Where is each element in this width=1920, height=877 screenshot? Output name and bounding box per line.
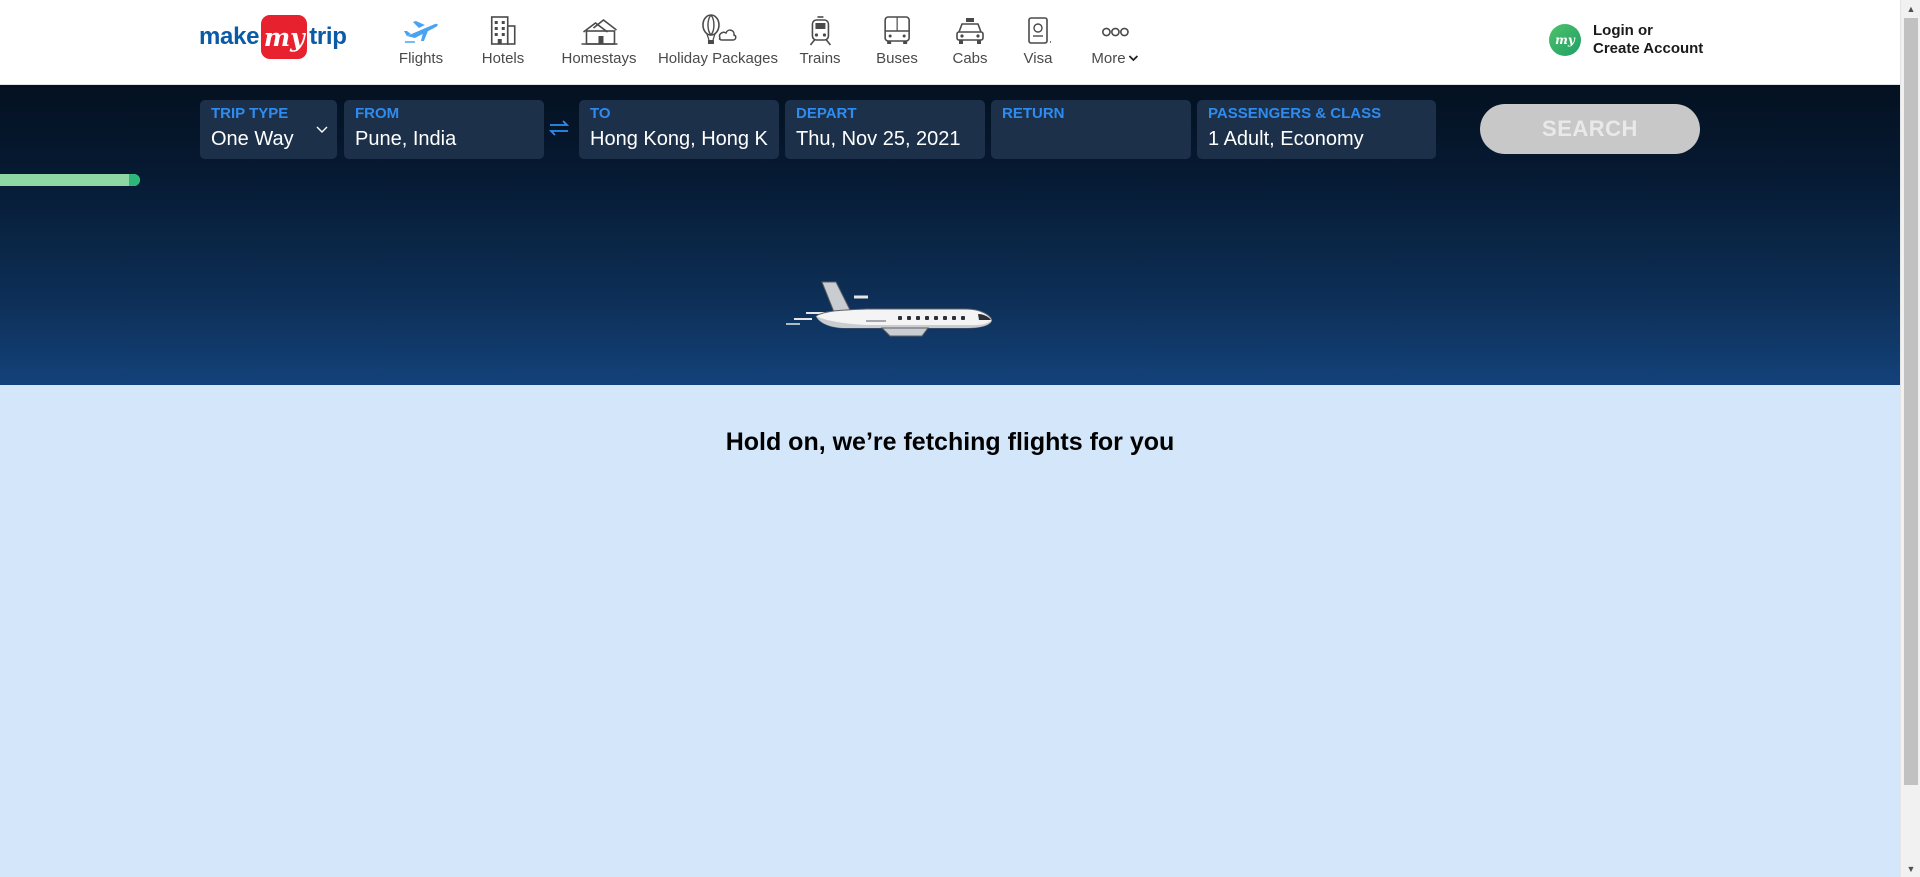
loading-progress-bar: [0, 174, 140, 186]
nav-buses[interactable]: Buses: [876, 14, 918, 67]
scroll-down-arrow-icon[interactable]: ▼: [1901, 860, 1920, 877]
nav-label: Buses: [876, 50, 918, 67]
from-field[interactable]: FROM Pune, India: [344, 100, 544, 159]
airplane-illustration: [786, 281, 992, 337]
nav-label: Visa: [1023, 50, 1053, 67]
to-field[interactable]: TO Hong Kong, Hong Kong: [579, 100, 779, 159]
return-field[interactable]: RETURN: [991, 100, 1191, 159]
search-button[interactable]: SEARCH: [1480, 104, 1700, 154]
top-header: make my trip Flights Hotels Homestays Ho…: [0, 0, 1900, 85]
logo-badge-my: my: [261, 15, 308, 59]
more-label: More: [1091, 50, 1126, 67]
passengers-class-field[interactable]: PASSENGERS & CLASS 1 Adult, Economy: [1197, 100, 1436, 159]
trip-type-label: TRIP TYPE: [211, 105, 289, 122]
logo-text-make: make: [199, 23, 260, 50]
nav-label: More: [1091, 50, 1139, 67]
train-icon: [809, 16, 831, 46]
vertical-scrollbar[interactable]: ▲ ▼: [1900, 0, 1920, 877]
nav-more[interactable]: More: [1091, 14, 1139, 67]
from-value: Pune, India: [355, 128, 457, 150]
nav-cabs[interactable]: Cabs: [950, 14, 990, 67]
house-icon: [581, 18, 617, 45]
chevron-down-icon: [1128, 55, 1139, 62]
bus-icon: [884, 16, 910, 44]
nav-label: Holiday Packages: [657, 50, 779, 67]
to-value: Hong Kong, Hong Kong: [590, 128, 768, 150]
nav-label: Flights: [398, 50, 444, 67]
nav-hotels[interactable]: Hotels: [481, 14, 525, 67]
nav-holiday-packages[interactable]: Holiday Packages: [658, 14, 778, 67]
passengers-class-value: 1 Adult, Economy: [1208, 128, 1364, 150]
logo-text-trip: trip: [309, 23, 347, 50]
nav-trains[interactable]: Trains: [799, 14, 841, 67]
plane-icon: [404, 21, 438, 43]
depart-value: Thu, Nov 25, 2021: [796, 128, 961, 150]
makemytrip-logo[interactable]: make my trip: [199, 15, 347, 59]
passengers-class-label: PASSENGERS & CLASS: [1208, 105, 1382, 122]
taxi-icon: [956, 18, 984, 44]
login-create-account[interactable]: my Login or Create Account: [1549, 22, 1703, 58]
login-text: Login or Create Account: [1593, 22, 1703, 58]
nav-label: Cabs: [952, 50, 988, 67]
building-icon: [491, 16, 516, 45]
loading-message: Hold on, we’re fetching flights for you: [725, 428, 1175, 456]
depart-label: DEPART: [796, 105, 857, 122]
create-account-line: Create Account: [1593, 40, 1704, 57]
nav-label: Trains: [799, 50, 841, 67]
return-label: RETURN: [1002, 105, 1065, 122]
from-label: FROM: [355, 105, 400, 122]
progress-fill: [129, 174, 140, 186]
scrollbar-thumb[interactable]: [1904, 18, 1918, 785]
scroll-up-arrow-icon[interactable]: ▲: [1901, 0, 1920, 17]
nav-homestays[interactable]: Homestays: [561, 14, 637, 67]
trip-type-select[interactable]: TRIP TYPE One Way: [200, 100, 337, 159]
search-hero: TRIP TYPE One Way FROM Pune, India TO Ho…: [0, 85, 1900, 385]
login-line: Login or: [1593, 22, 1653, 39]
chevron-down-icon: [316, 126, 328, 133]
passport-icon: [1028, 17, 1051, 44]
swap-icon[interactable]: [548, 117, 570, 139]
to-label: TO: [590, 105, 611, 122]
balloon-icon: [702, 14, 737, 44]
more-dots-icon: [1101, 27, 1129, 37]
trip-type-value: One Way: [211, 128, 294, 150]
nav-label: Hotels: [481, 50, 525, 67]
nav-flights[interactable]: Flights: [399, 14, 443, 67]
depart-field[interactable]: DEPART Thu, Nov 25, 2021: [785, 100, 985, 159]
avatar: my: [1549, 24, 1581, 56]
nav-visa[interactable]: Visa: [1018, 14, 1058, 67]
nav-label: Homestays: [561, 50, 637, 67]
